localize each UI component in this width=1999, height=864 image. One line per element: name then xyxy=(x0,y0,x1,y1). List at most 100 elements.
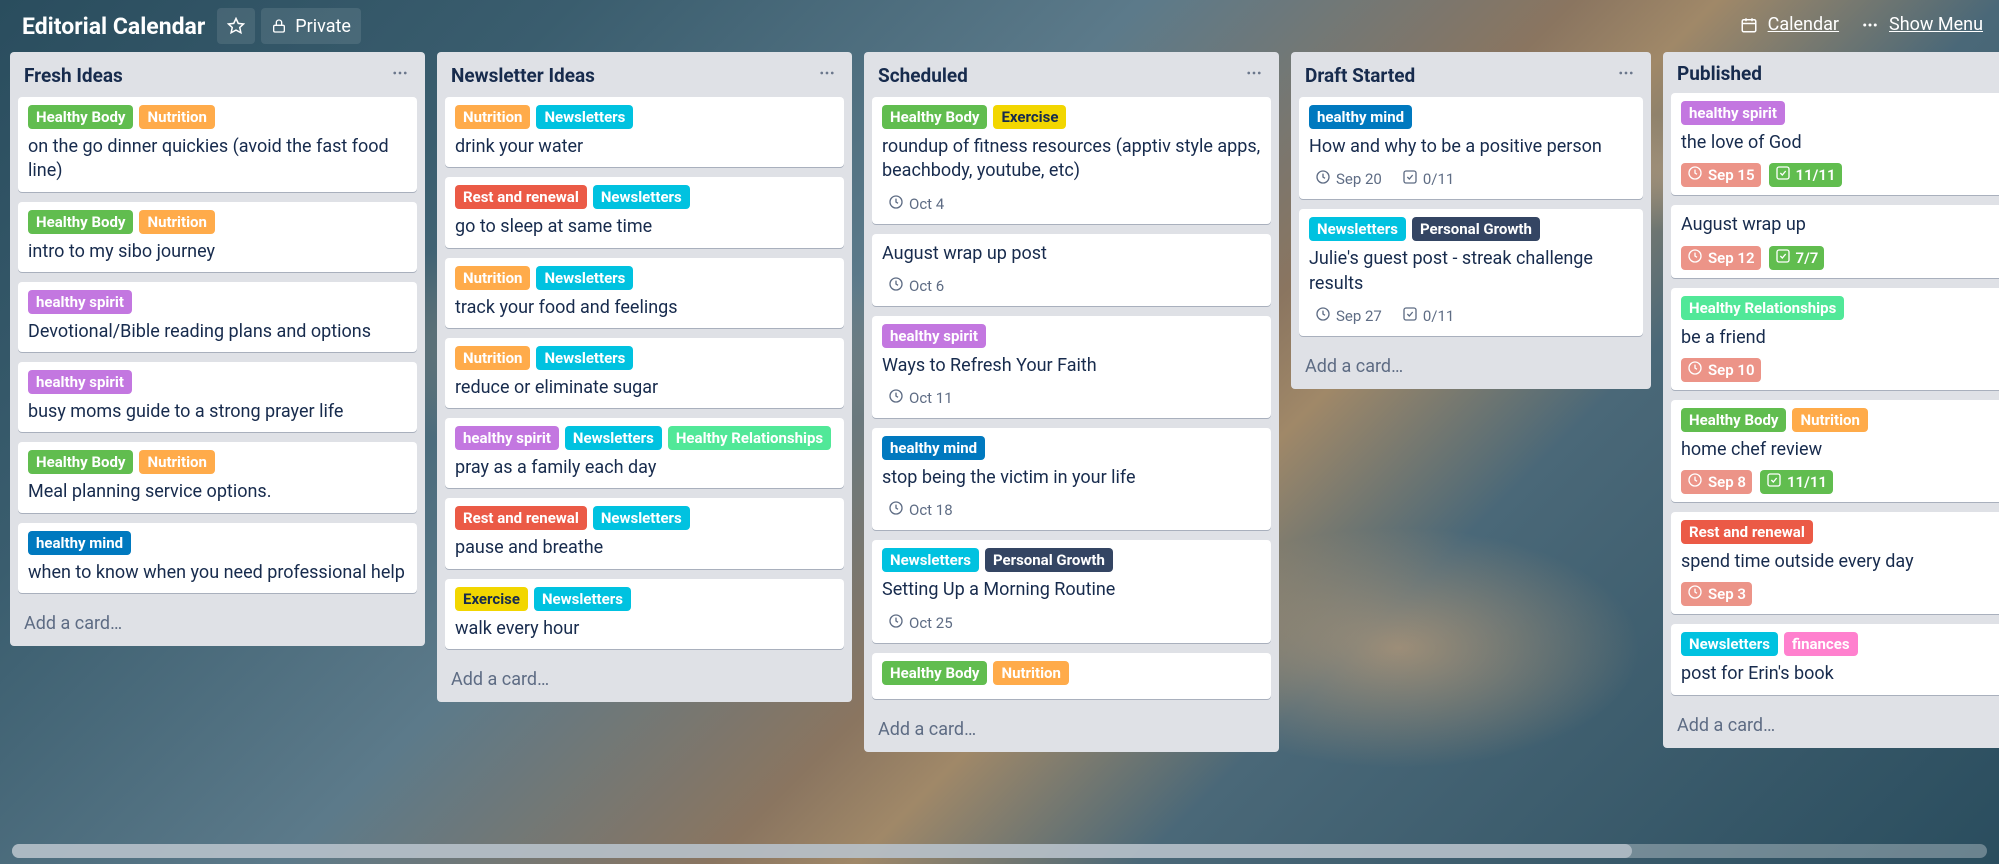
card[interactable]: healthy mindwhen to know when you need p… xyxy=(18,523,417,593)
card-label[interactable]: Rest and renewal xyxy=(455,185,587,209)
card-label[interactable]: Nutrition xyxy=(455,105,530,129)
card[interactable]: healthy mindstop being the victim in you… xyxy=(872,428,1271,530)
card-label[interactable]: Newsletters xyxy=(536,346,633,370)
card-label[interactable]: healthy spirit xyxy=(882,324,986,348)
list-menu-button[interactable] xyxy=(1611,62,1641,89)
checklist-badge[interactable]: 11/11 xyxy=(1760,470,1833,494)
card-label[interactable]: Personal Growth xyxy=(1412,217,1540,241)
checklist-badge[interactable]: 7/7 xyxy=(1769,246,1825,270)
board-title[interactable]: Editorial Calendar xyxy=(22,13,205,40)
card-label[interactable]: Rest and renewal xyxy=(1681,520,1813,544)
card-label[interactable]: Exercise xyxy=(993,105,1066,129)
due-badge[interactable]: Oct 4 xyxy=(882,192,950,216)
card-label[interactable]: Nutrition xyxy=(139,105,214,129)
card-label[interactable]: Healthy Body xyxy=(882,105,987,129)
due-badge[interactable]: Oct 11 xyxy=(882,386,959,410)
card-label[interactable]: Nutrition xyxy=(1792,408,1867,432)
list-title[interactable]: Draft Started xyxy=(1305,64,1611,87)
card-label[interactable]: Newsletters xyxy=(593,506,690,530)
board-canvas[interactable]: Fresh Ideas Healthy BodyNutritionon the g… xyxy=(0,52,1999,844)
list-title[interactable]: Published xyxy=(1677,62,1999,85)
card-label[interactable]: Nutrition xyxy=(455,266,530,290)
card[interactable]: NutritionNewslettersreduce or eliminate … xyxy=(445,338,844,408)
card-label[interactable]: Newsletters xyxy=(565,426,662,450)
due-badge[interactable]: Oct 6 xyxy=(882,274,950,298)
card-label[interactable]: finances xyxy=(1784,632,1858,656)
add-card-button[interactable]: Add a card… xyxy=(1663,705,1999,748)
card-label[interactable]: healthy spirit xyxy=(28,370,132,394)
card-label[interactable]: Newsletters xyxy=(1681,632,1778,656)
card[interactable]: healthy spiritNewslettersHealthy Relatio… xyxy=(445,418,844,488)
horizontal-scrollbar[interactable] xyxy=(12,844,1987,858)
horizontal-scrollbar-thumb[interactable] xyxy=(12,844,1632,858)
card[interactable]: NewslettersPersonal GrowthJulie's guest … xyxy=(1299,209,1643,336)
card-label[interactable]: Nutrition xyxy=(993,661,1068,685)
card-label[interactable]: Newsletters xyxy=(536,105,633,129)
list-header[interactable]: Newsletter Ideas xyxy=(437,52,852,97)
list-title[interactable]: Fresh Ideas xyxy=(24,64,385,87)
list-menu-button[interactable] xyxy=(1239,62,1269,89)
list-title[interactable]: Newsletter Ideas xyxy=(451,64,812,87)
due-badge[interactable]: Oct 25 xyxy=(882,611,959,635)
card-label[interactable]: Newsletters xyxy=(593,185,690,209)
card[interactable]: ExerciseNewsletterswalk every hour xyxy=(445,579,844,649)
card-label[interactable]: Healthy Body xyxy=(28,450,133,474)
list-cards[interactable]: healthy mindHow and why to be a positive… xyxy=(1291,97,1651,346)
list-cards[interactable]: NutritionNewslettersdrink your waterRest… xyxy=(437,97,852,659)
card-label[interactable]: Healthy Relationships xyxy=(668,426,831,450)
list-header[interactable]: Fresh Ideas xyxy=(10,52,425,97)
due-badge[interactable]: Sep 8 xyxy=(1681,470,1752,494)
card[interactable]: healthy spiritDevotional/Bible reading p… xyxy=(18,282,417,352)
show-menu-link[interactable]: Show Menu xyxy=(1861,14,1983,35)
card[interactable]: Rest and renewalspend time outside every… xyxy=(1671,512,1999,614)
list-menu-button[interactable] xyxy=(812,62,842,89)
card-label[interactable]: healthy mind xyxy=(28,531,131,555)
card-label[interactable]: Nutrition xyxy=(455,346,530,370)
list-header[interactable]: Draft Started xyxy=(1291,52,1651,97)
star-button[interactable] xyxy=(217,8,255,44)
card[interactable]: August wrap up postOct 6 xyxy=(872,234,1271,306)
card-label[interactable]: healthy spirit xyxy=(455,426,559,450)
privacy-button[interactable]: Private xyxy=(261,8,361,44)
card-label[interactable]: Healthy Body xyxy=(28,105,133,129)
card[interactable]: NutritionNewsletterstrack your food and … xyxy=(445,258,844,328)
card[interactable]: Rest and renewalNewslettersgo to sleep a… xyxy=(445,177,844,247)
due-badge[interactable]: Oct 18 xyxy=(882,498,959,522)
checklist-badge[interactable]: 11/11 xyxy=(1769,163,1842,187)
list-cards[interactable]: healthy spiritthe love of GodSep 1511/11… xyxy=(1663,93,1999,705)
card-label[interactable]: Rest and renewal xyxy=(455,506,587,530)
calendar-link[interactable]: Calendar xyxy=(1740,14,1839,35)
card-label[interactable]: Healthy Body xyxy=(1681,408,1786,432)
card[interactable]: healthy spiritWays to Refresh Your Faith… xyxy=(872,316,1271,418)
list-cards[interactable]: Healthy BodyExerciseroundup of fitness r… xyxy=(864,97,1279,709)
add-card-button[interactable]: Add a card… xyxy=(437,659,852,702)
card-label[interactable]: healthy spirit xyxy=(1681,101,1785,125)
due-badge[interactable]: Sep 10 xyxy=(1681,358,1761,382)
card[interactable]: healthy spiritbusy moms guide to a stron… xyxy=(18,362,417,432)
card-label[interactable]: Personal Growth xyxy=(985,548,1113,572)
card[interactable]: Healthy BodyNutrition xyxy=(872,653,1271,699)
add-card-button[interactable]: Add a card… xyxy=(1291,346,1651,389)
card-label[interactable]: Newsletters xyxy=(534,587,631,611)
card-label[interactable]: Healthy Body xyxy=(882,661,987,685)
card-label[interactable]: healthy mind xyxy=(882,436,985,460)
list-header[interactable]: Scheduled xyxy=(864,52,1279,97)
card[interactable]: August wrap upSep 127/7 xyxy=(1671,205,1999,277)
card-label[interactable]: Nutrition xyxy=(139,210,214,234)
card-label[interactable]: Healthy Body xyxy=(28,210,133,234)
card-label[interactable]: Newsletters xyxy=(536,266,633,290)
checklist-badge[interactable]: 0/11 xyxy=(1396,304,1460,328)
card[interactable]: healthy spiritthe love of GodSep 1511/11 xyxy=(1671,93,1999,195)
due-badge[interactable]: Sep 12 xyxy=(1681,246,1761,270)
add-card-button[interactable]: Add a card… xyxy=(10,603,425,646)
card[interactable]: Healthy BodyExerciseroundup of fitness r… xyxy=(872,97,1271,224)
due-badge[interactable]: Sep 3 xyxy=(1681,582,1752,606)
card-label[interactable]: Exercise xyxy=(455,587,528,611)
card[interactable]: Healthy Relationshipsbe a friendSep 10 xyxy=(1671,288,1999,390)
card-label[interactable]: Newsletters xyxy=(1309,217,1406,241)
card[interactable]: Healthy BodyNutritionon the go dinner qu… xyxy=(18,97,417,192)
card[interactable]: Newslettersfinancespost for Erin's book xyxy=(1671,624,1999,694)
due-badge[interactable]: Sep 15 xyxy=(1681,163,1761,187)
due-badge[interactable]: Sep 20 xyxy=(1309,167,1388,191)
list-cards[interactable]: Healthy BodyNutritionon the go dinner qu… xyxy=(10,97,425,603)
